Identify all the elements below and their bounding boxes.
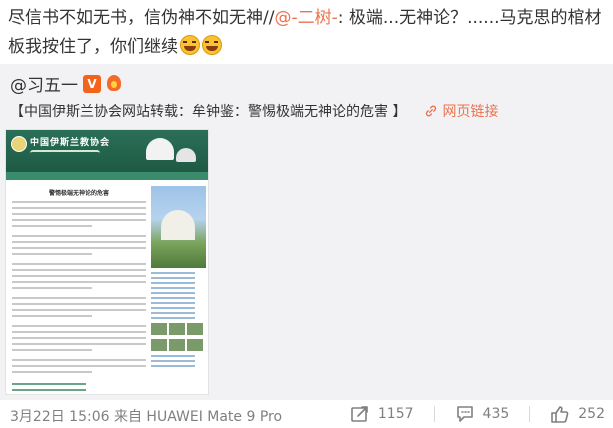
repost-header: @习五一 V: [10, 71, 125, 96]
thumbs-up-icon: [551, 406, 569, 423]
post-footer: 3月22日 15:06 来自 HUAWEI Mate 9 Pro 1157 43…: [0, 400, 613, 428]
site-logo-icon: [11, 136, 27, 152]
mention-link[interactable]: @-二树-: [274, 8, 337, 28]
action-bar: 1157 435 252: [330, 403, 605, 425]
arabic-script-decoration: [30, 150, 100, 156]
mosque-dome-icon: [146, 138, 174, 160]
fire-badge-icon: [105, 74, 125, 93]
comment-button[interactable]: 435: [455, 404, 510, 424]
verified-badge-icon: V: [83, 74, 101, 93]
repost-button[interactable]: 1157: [350, 404, 414, 424]
link-icon: [426, 105, 437, 117]
thumbnail-nav: [6, 172, 208, 180]
thumbnail-article-body: 警惕极端无神论的危害: [12, 186, 146, 392]
thumbnail-article-title: 警惕极端无神论的危害: [48, 190, 109, 197]
like-count: 252: [578, 406, 605, 422]
repost-text-content: 【中国伊斯兰协会网站转载：牟钟鉴：警惕极端无神论的危害 】: [10, 104, 407, 120]
divider: [433, 406, 435, 422]
divider: [529, 406, 531, 422]
repost-count: 1157: [377, 406, 414, 422]
thumbnail-sidebar: [151, 186, 206, 392]
mosque-dome-icon: [176, 148, 196, 162]
mosque-photo: [151, 186, 206, 268]
post-meta: 3月22日 15:06 来自 HUAWEI Mate 9 Pro: [10, 409, 283, 425]
comment-icon: [456, 406, 473, 422]
laugh-cry-emoji-icon: [202, 35, 222, 55]
like-button[interactable]: 252: [550, 404, 605, 424]
article-thumbnail[interactable]: 中国伊斯兰教协会 警惕极端无神论的危害: [5, 129, 209, 395]
repost-author[interactable]: @习五一: [10, 71, 78, 96]
laugh-cry-emoji-icon: [180, 35, 200, 55]
repost-text: 【中国伊斯兰协会网站转载：牟钟鉴：警惕极端无神论的危害 】 网页链接: [10, 101, 498, 121]
thumbnail-site-title: 中国伊斯兰教协会: [30, 138, 111, 148]
repost-icon: [351, 406, 368, 422]
post-text: 尽信书不如无书，信伪神不如无神//@-二树-: 极端...无神论？......马…: [8, 4, 608, 62]
post-text-part1: 尽信书不如无书，信伪神不如无神//: [8, 8, 275, 28]
web-link[interactable]: 网页链接: [424, 101, 498, 121]
comment-count: 435: [482, 406, 510, 422]
thumbnail-banner: 中国伊斯兰教协会: [6, 130, 208, 172]
web-link-label: 网页链接: [442, 104, 499, 120]
